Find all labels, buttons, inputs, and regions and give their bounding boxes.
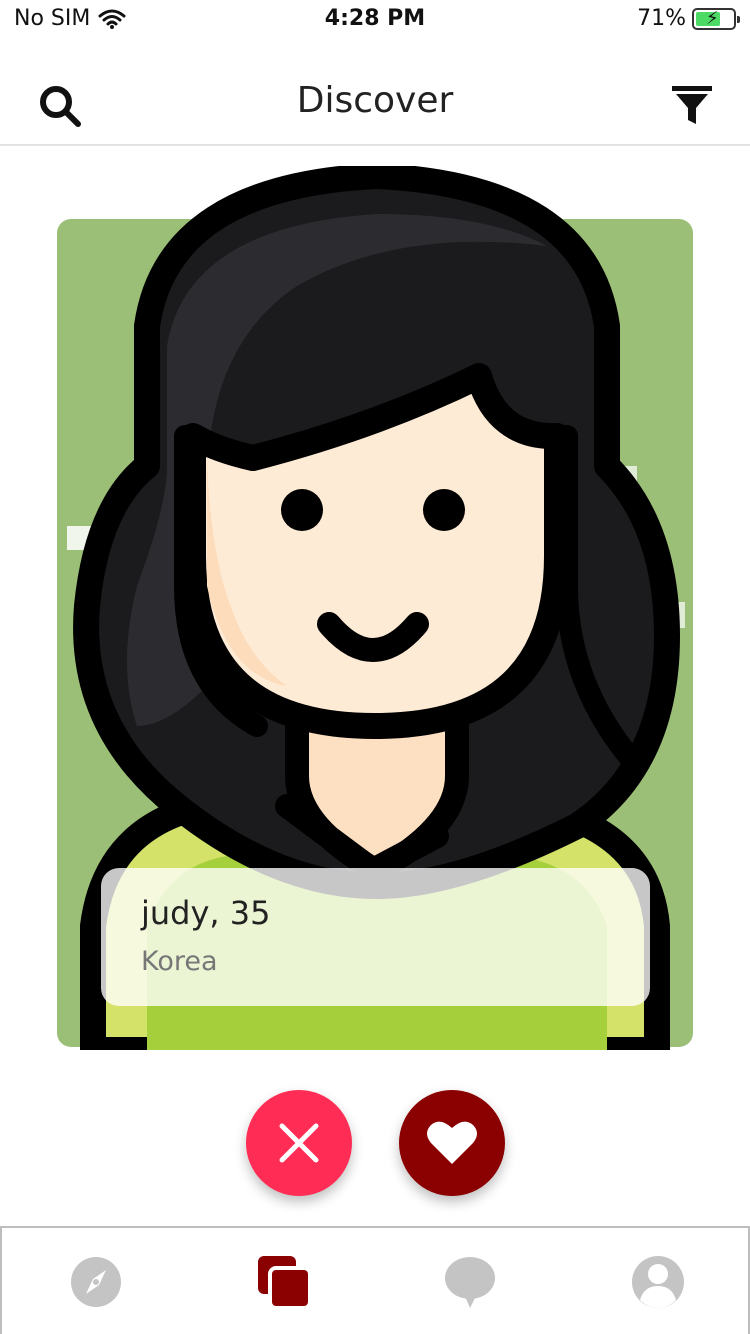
profile-info-box: judy, 35 Korea [101,868,650,1006]
status-right: 71% ⚡ [637,6,740,31]
tab-discover[interactable] [68,1254,124,1310]
like-button[interactable] [399,1090,505,1196]
header: Discover [0,60,750,146]
profile-location: Korea [141,946,218,977]
page-title: Discover [296,80,454,121]
status-bar: No SIM 4:28 PM 71% ⚡ [0,0,750,40]
compass-icon [71,1257,121,1307]
filter-button[interactable] [668,82,716,130]
action-buttons [0,1090,750,1200]
profile-card[interactable]: judy, 35 Korea [57,166,693,1050]
charging-bolt-icon: ⚡ [706,7,719,29]
tab-cards[interactable] [256,1254,312,1310]
close-icon [279,1123,319,1163]
chat-bubble-icon [445,1257,495,1308]
filter-icon [672,86,712,124]
tab-messages[interactable] [442,1254,498,1310]
cards-icon [258,1256,312,1310]
tab-profile[interactable] [630,1254,686,1310]
battery-icon: ⚡ [692,7,740,30]
tab-bar [0,1226,750,1334]
battery-percent: 71% [637,6,686,31]
heart-icon [427,1121,477,1164]
dislike-button[interactable] [246,1090,352,1196]
profile-name-age: judy, 35 [141,894,271,932]
profile-icon [632,1256,684,1308]
